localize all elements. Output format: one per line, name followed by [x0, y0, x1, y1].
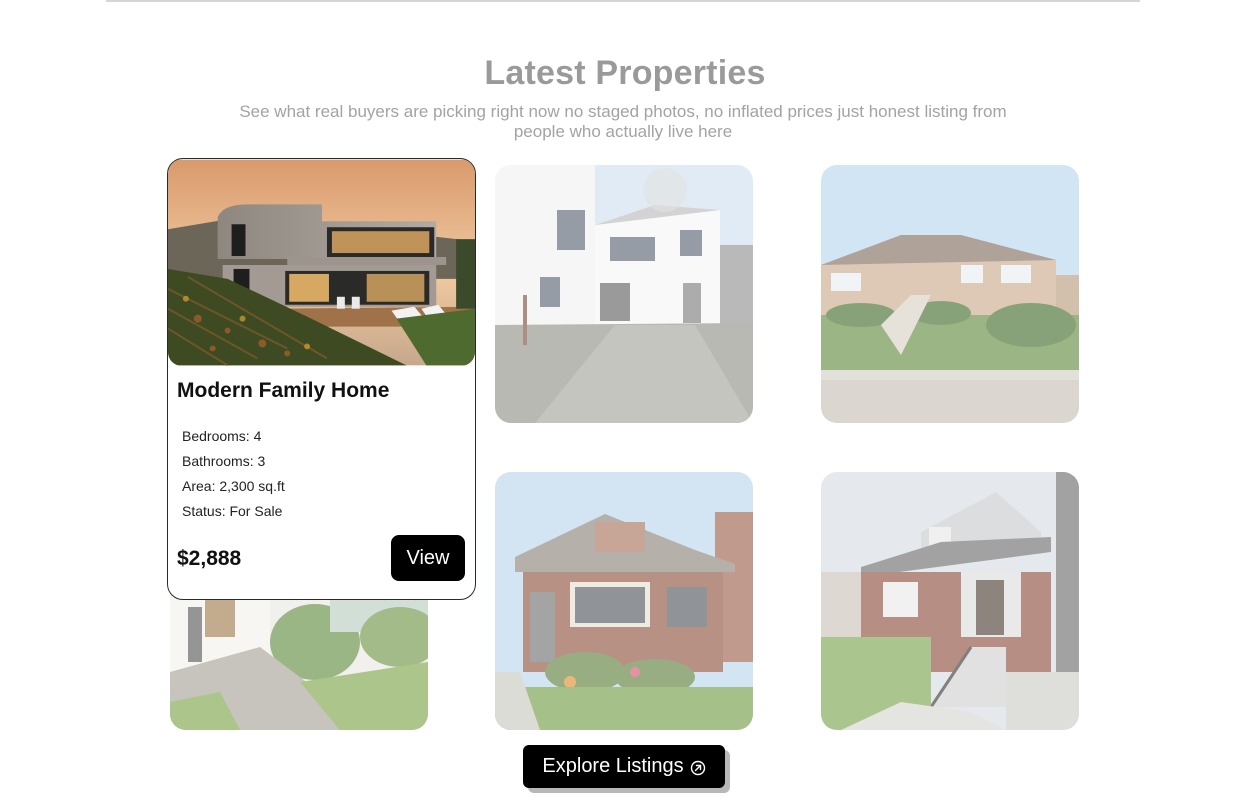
modern-house-image	[168, 159, 475, 366]
property-photo	[495, 472, 753, 730]
property-details-list: Bedrooms: 4 Bathrooms: 3 Area: 2,300 sq.…	[182, 427, 285, 527]
explore-listings-button[interactable]: Explore Listings	[523, 745, 725, 788]
property-tile-ranch-house[interactable]	[821, 165, 1079, 423]
featured-property-photo	[168, 159, 475, 366]
top-divider	[106, 0, 1140, 2]
property-photo	[495, 165, 753, 423]
section-title: Latest Properties	[484, 54, 766, 92]
detail-bedrooms: Bedrooms: 4	[182, 428, 262, 444]
detail-status: Status: For Sale	[182, 503, 283, 519]
section-subtitle: See what real buyers are picking right n…	[239, 102, 1007, 141]
latest-properties-section: Latest Properties See what real buyers a…	[0, 0, 1246, 800]
property-title: Modern Family Home	[177, 379, 390, 402]
featured-property-card[interactable]: Modern Family Home Bedrooms: 4 Bathrooms…	[167, 158, 476, 600]
property-photo	[821, 165, 1079, 423]
property-tile-white-building[interactable]	[495, 165, 753, 423]
property-price: $2,888	[177, 547, 242, 570]
property-tile-brick-bungalow[interactable]	[495, 472, 753, 730]
property-photo	[821, 472, 1079, 730]
view-button[interactable]: View	[391, 535, 465, 581]
property-tile-brick-house-stairs[interactable]	[821, 472, 1079, 730]
arrow-up-right-circle-icon	[690, 759, 706, 775]
detail-area: Area: 2,300 sq.ft	[182, 478, 285, 494]
explore-listings-label: Explore Listings	[542, 755, 684, 777]
detail-bathrooms: Bathrooms: 3	[182, 453, 266, 469]
